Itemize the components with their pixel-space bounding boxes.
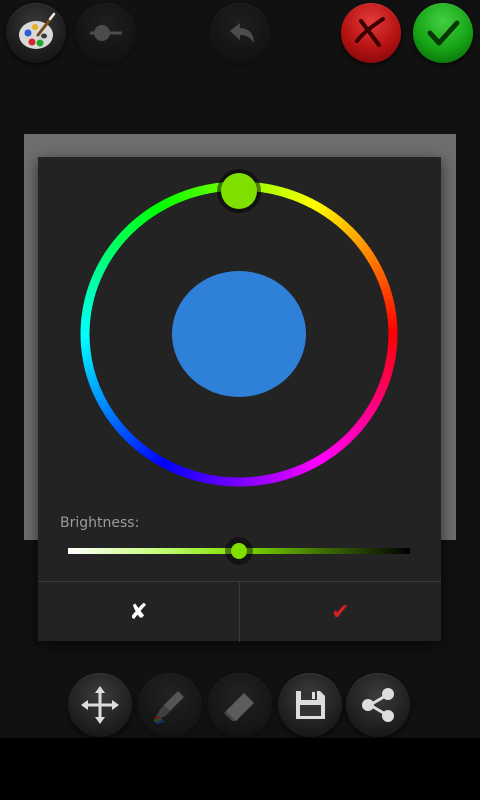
- share-button[interactable]: [346, 673, 410, 737]
- save-button[interactable]: [278, 673, 342, 737]
- palette-icon: [19, 12, 56, 49]
- color-picker-dialog: Brightness: ✘ ✔: [38, 157, 441, 642]
- check-icon: [427, 20, 460, 46]
- brightness-slider-thumb[interactable]: [225, 537, 253, 565]
- palette-button[interactable]: [6, 3, 66, 63]
- eraser-button[interactable]: [208, 673, 272, 737]
- brush-size-button[interactable]: [76, 3, 136, 63]
- selected-color-preview: [172, 271, 306, 397]
- share-icon: [362, 688, 394, 722]
- undo-button[interactable]: [210, 3, 270, 63]
- app-root: Brightness: ✘ ✔: [0, 0, 480, 800]
- eraser-icon: [224, 693, 254, 721]
- brush-size-icon: [90, 25, 122, 41]
- brush-button[interactable]: [138, 673, 202, 737]
- brightness-thumb-dot: [231, 543, 247, 559]
- dialog-cancel-button[interactable]: ✘: [38, 582, 239, 642]
- hue-thumb[interactable]: [221, 173, 257, 209]
- close-icon: [355, 17, 385, 47]
- save-icon: [296, 691, 325, 719]
- color-wheel[interactable]: [38, 157, 441, 497]
- dialog-button-bar: ✘ ✔: [38, 581, 441, 642]
- brightness-label: Brightness:: [60, 515, 140, 531]
- discard-button[interactable]: [341, 3, 401, 63]
- bottom-bar: [0, 738, 480, 800]
- undo-icon: [230, 23, 254, 43]
- brush-icon: [153, 691, 184, 724]
- move-button[interactable]: [68, 673, 132, 737]
- move-icon: [81, 686, 119, 724]
- dialog-ok-button[interactable]: ✔: [239, 582, 441, 642]
- accept-button[interactable]: [413, 3, 473, 63]
